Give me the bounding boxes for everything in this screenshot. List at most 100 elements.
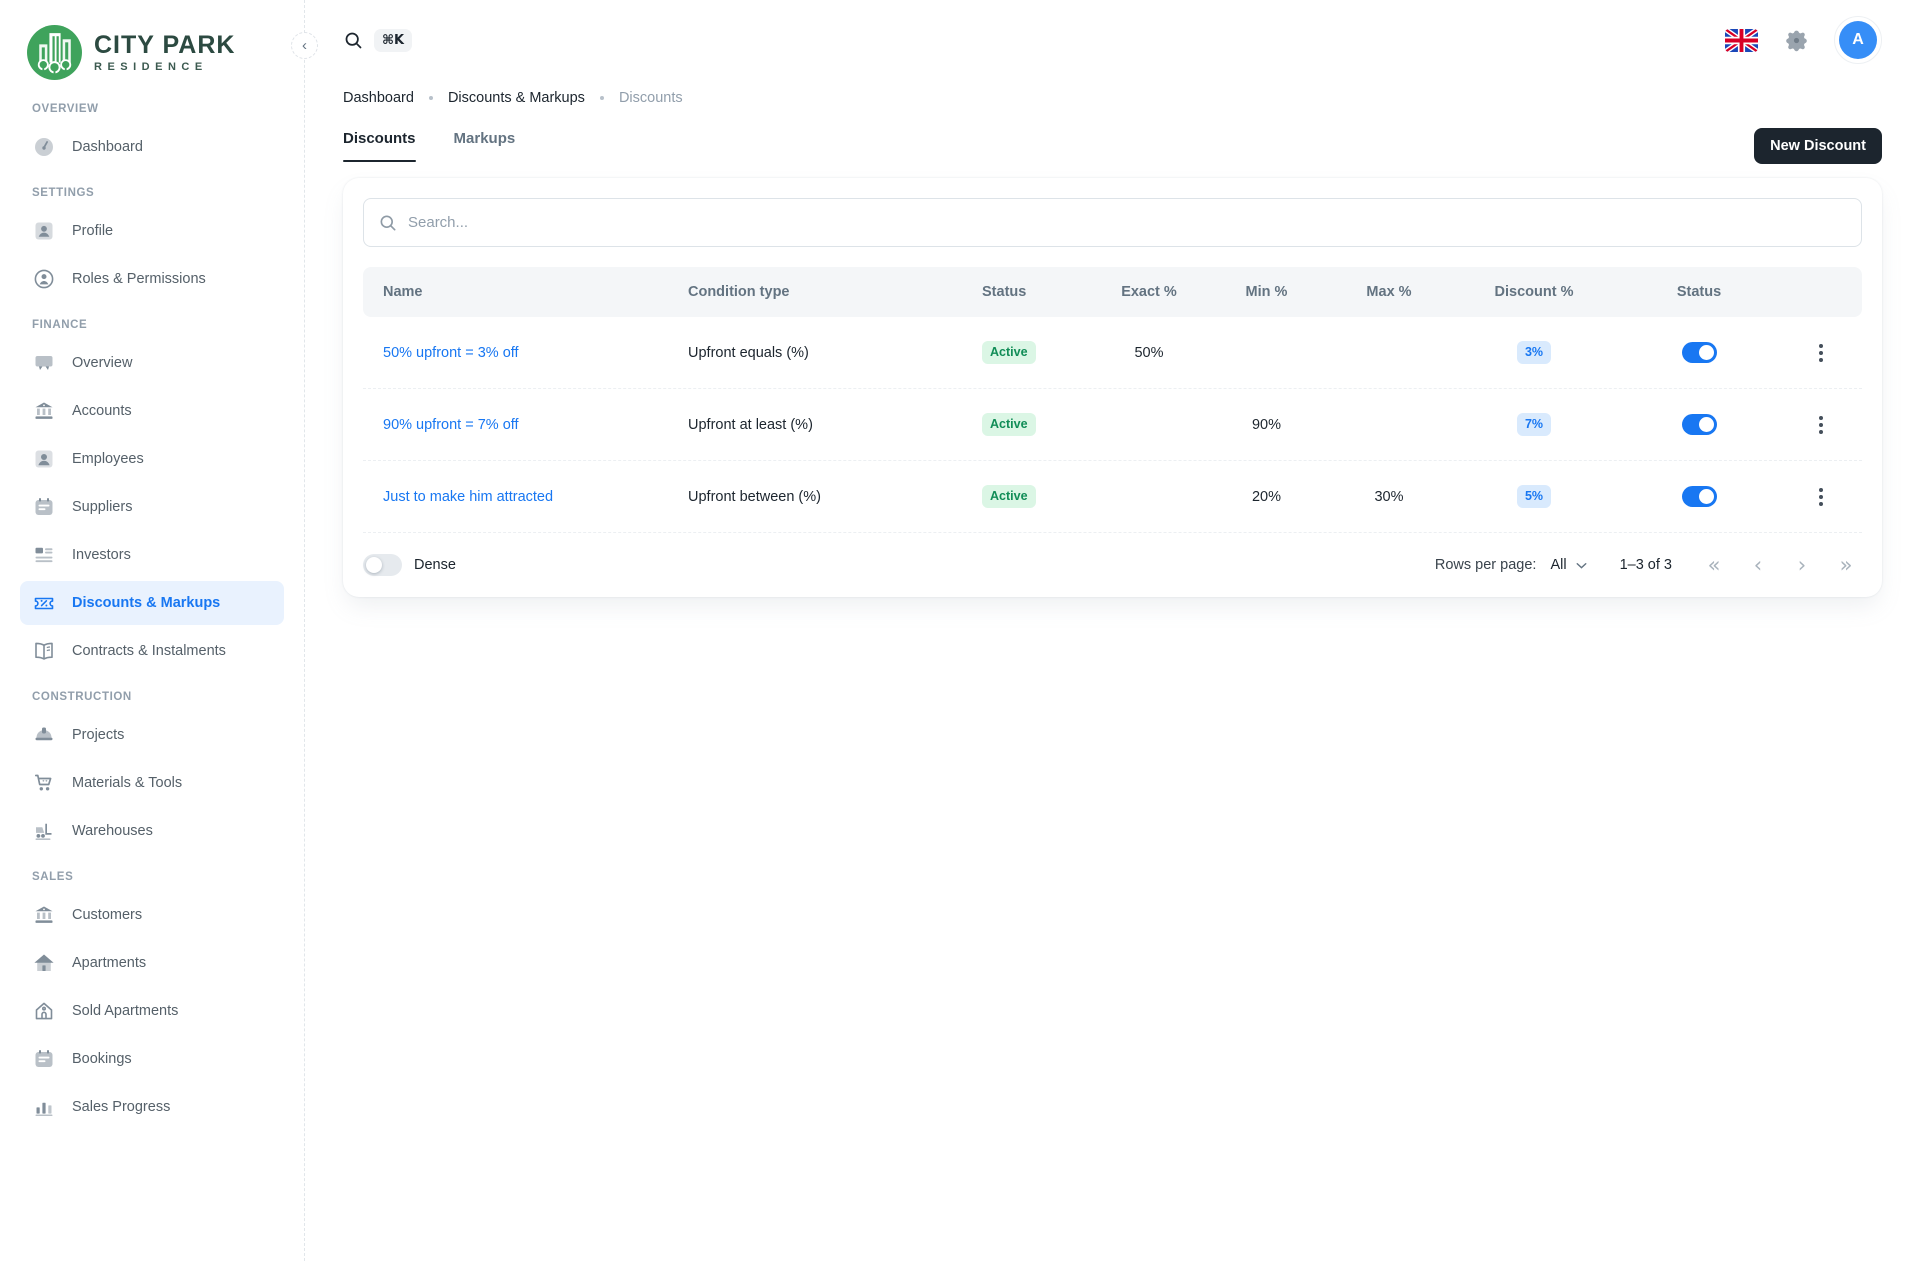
sidebar-item-sales-progress[interactable]: Sales Progress — [20, 1085, 284, 1129]
sidebar-item-apartments[interactable]: Apartments — [20, 941, 284, 985]
sidebar-item-label: Customers — [72, 907, 142, 923]
sidebar-item-label: Suppliers — [72, 499, 132, 515]
min-percent-cell: 20% — [1204, 489, 1329, 505]
brand-logo: CITY PARK RESIDENCE — [20, 24, 284, 81]
column-header-discount: Discount % — [1449, 284, 1619, 300]
bank-icon — [32, 903, 56, 927]
tab-discounts-label: Discounts — [343, 130, 416, 147]
dense-control: Dense — [363, 554, 456, 576]
sidebar-item-suppliers[interactable]: Suppliers — [20, 485, 284, 529]
uk-flag-icon[interactable] — [1725, 29, 1758, 52]
breadcrumb-discounts-markups[interactable]: Discounts & Markups — [448, 90, 585, 106]
column-header-condition-type: Condition type — [680, 284, 974, 300]
table-header: Name Condition type Status Exact % Min %… — [363, 267, 1862, 317]
breadcrumb-dashboard[interactable]: Dashboard — [343, 90, 414, 106]
ticket-percent-icon — [32, 591, 56, 615]
investors-icon — [32, 543, 56, 567]
table-row: 50% upfront = 3% off Upfront equals (%) … — [363, 317, 1862, 389]
rows-per-page-select[interactable]: All — [1550, 557, 1589, 574]
table-row: 90% upfront = 7% off Upfront at least (%… — [363, 389, 1862, 461]
discount-name-link[interactable]: 50% upfront = 3% off — [383, 345, 519, 361]
sidebar-item-customers[interactable]: Customers — [20, 893, 284, 937]
sidebar-item-investors[interactable]: Investors — [20, 533, 284, 577]
dense-toggle[interactable] — [363, 554, 402, 576]
sidebar-item-projects[interactable]: Projects — [20, 713, 284, 757]
table-search — [363, 198, 1862, 247]
sidebar-item-label: Bookings — [72, 1051, 132, 1067]
column-header-status: Status — [974, 284, 1094, 300]
tabs: Discounts Markups — [343, 130, 515, 162]
status-toggle[interactable] — [1682, 414, 1717, 435]
rows-per-page-label: Rows per page: — [1435, 557, 1537, 573]
topbar-right: A — [1725, 16, 1882, 64]
status-toggle[interactable] — [1682, 342, 1717, 363]
sidebar-item-label: Investors — [72, 547, 131, 563]
sidebar-item-overview[interactable]: Overview — [20, 341, 284, 385]
sidebar-item-employees[interactable]: Employees — [20, 437, 284, 481]
sidebar-item-roles-permissions[interactable]: Roles & Permissions — [20, 257, 284, 301]
city-park-logo-icon — [26, 24, 83, 81]
sidebar-item-accounts[interactable]: Accounts — [20, 389, 284, 433]
sidebar-item-label: Materials & Tools — [72, 775, 182, 791]
discount-name-link[interactable]: Just to make him attracted — [383, 489, 553, 505]
sidebar-section-title: OVERVIEW — [20, 103, 284, 115]
table-row: Just to make him attracted Upfront betwe… — [363, 461, 1862, 533]
topbar: ⌘K — [343, 0, 1882, 80]
tab-discounts[interactable]: Discounts — [343, 130, 416, 162]
toggle-knob — [1699, 417, 1714, 432]
column-header-status-toggle: Status — [1619, 284, 1779, 300]
sidebar-item-profile[interactable]: Profile — [20, 209, 284, 253]
avatar-letter: A — [1839, 21, 1877, 59]
app-root: ‹ — [0, 0, 1920, 1261]
sidebar-item-discounts-markups[interactable]: Discounts & Markups — [20, 581, 284, 625]
status-badge: Active — [982, 341, 1036, 364]
table-search-input[interactable] — [408, 214, 1847, 231]
max-percent-cell: 30% — [1329, 489, 1449, 505]
sidebar-item-bookings[interactable]: Bookings — [20, 1037, 284, 1081]
user-avatar[interactable]: A — [1834, 16, 1882, 64]
row-menu-button[interactable] — [1805, 409, 1837, 441]
sidebar-item-contracts-instalments[interactable]: Contracts & Instalments — [20, 629, 284, 673]
sidebar-item-label: Employees — [72, 451, 144, 467]
first-page-button[interactable]: « — [1698, 549, 1730, 581]
sidebar-collapse-button[interactable]: ‹ — [291, 32, 318, 59]
breadcrumb-separator — [600, 96, 604, 100]
profile-icon — [32, 219, 56, 243]
new-discount-button[interactable]: New Discount — [1754, 128, 1882, 164]
toggle-knob — [1699, 345, 1714, 360]
sidebar-section-title: FINANCE — [20, 319, 284, 331]
dashboard-icon — [32, 135, 56, 159]
column-header-name: Name — [363, 284, 680, 300]
global-search-button[interactable]: ⌘K — [343, 29, 412, 52]
row-menu-button[interactable] — [1805, 337, 1837, 369]
brand-name-line1: CITY PARK — [94, 32, 235, 58]
discount-name-link[interactable]: 90% upfront = 7% off — [383, 417, 519, 433]
settings-gear-icon[interactable] — [1776, 20, 1816, 60]
condition-type-cell: Upfront between (%) — [680, 489, 974, 505]
status-toggle[interactable] — [1682, 486, 1717, 507]
tab-markups[interactable]: Markups — [454, 130, 516, 162]
tab-markups-label: Markups — [454, 130, 516, 147]
search-shortcut-badge: ⌘K — [374, 29, 412, 52]
hardhat-icon — [32, 723, 56, 747]
chevron-down-icon — [1573, 557, 1590, 574]
sidebar-section-title: SALES — [20, 871, 284, 883]
status-badge: Active — [982, 413, 1036, 436]
bar-chart-icon — [32, 1095, 56, 1119]
next-page-button[interactable]: › — [1786, 549, 1818, 581]
sidebar-item-label: Overview — [72, 355, 132, 371]
sidebar-item-dashboard[interactable]: Dashboard — [20, 125, 284, 169]
pagination: Rows per page: All 1–3 of 3 « ‹ › » — [1435, 549, 1862, 581]
previous-page-button[interactable]: ‹ — [1742, 549, 1774, 581]
sidebar-section-title: CONSTRUCTION — [20, 691, 284, 703]
column-header-max: Max % — [1329, 284, 1449, 300]
row-menu-button[interactable] — [1805, 481, 1837, 513]
sidebar-item-sold-apartments[interactable]: Sold Apartments — [20, 989, 284, 1033]
sidebar-item-materials-tools[interactable]: Materials & Tools — [20, 761, 284, 805]
table-footer: Dense Rows per page: All 1–3 of 3 « ‹ › … — [363, 533, 1862, 597]
chat-icon — [32, 351, 56, 375]
rows-per-page-value: All — [1550, 557, 1566, 573]
sidebar-item-warehouses[interactable]: Warehouses — [20, 809, 284, 853]
last-page-button[interactable]: » — [1830, 549, 1862, 581]
sidebar-section: SETTINGS Profile Roles & Permissions — [20, 187, 284, 301]
